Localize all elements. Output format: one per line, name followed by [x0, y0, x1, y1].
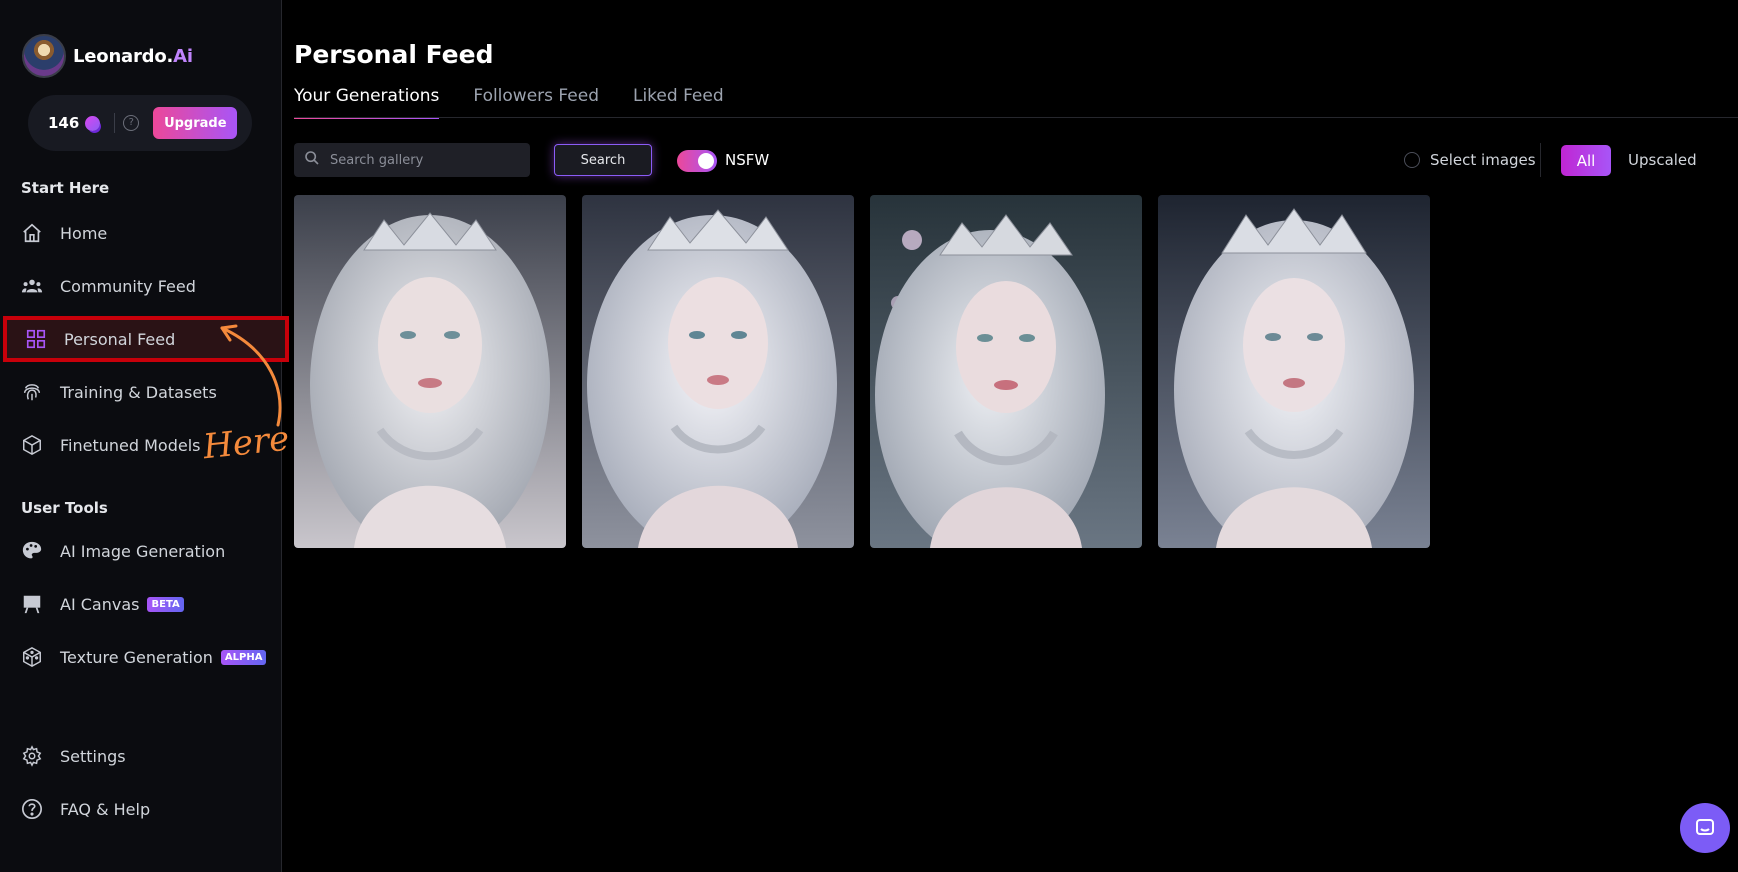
home-icon [20, 221, 44, 245]
page-title: Personal Feed [294, 40, 494, 69]
sidebar-item-label: FAQ & Help [60, 799, 151, 819]
tab-liked-feed[interactable]: Liked Feed [633, 86, 724, 118]
gallery-image[interactable] [294, 195, 566, 548]
portrait-image [582, 195, 854, 548]
filter-all-button[interactable]: All [1561, 145, 1611, 176]
coins-icon [85, 115, 101, 131]
sidebar-item-ai-image-generation[interactable]: AI Image Generation [20, 531, 270, 571]
sidebar-item-label: Texture Generation [60, 647, 213, 667]
select-images-radio[interactable] [1404, 152, 1420, 168]
easel-icon [20, 592, 44, 616]
toggle-knob [698, 153, 714, 169]
nsfw-toggle[interactable] [677, 150, 717, 172]
fingerprint-icon [20, 380, 44, 404]
gear-icon [20, 744, 44, 768]
users-icon [20, 274, 44, 298]
question-icon [20, 797, 44, 821]
sidebar-item-settings[interactable]: Settings [20, 736, 270, 776]
sidebar-item-community-feed[interactable]: Community Feed [20, 266, 270, 306]
gallery-image[interactable] [870, 195, 1142, 548]
credits-count: 146 [48, 114, 80, 132]
gallery-image[interactable] [582, 195, 854, 548]
tabs-divider [294, 117, 1738, 118]
palette-icon [20, 539, 44, 563]
beta-badge: BETA [147, 596, 184, 612]
sidebar-item-label: AI Canvas [60, 594, 140, 614]
nsfw-label: NSFW [725, 151, 770, 169]
chat-icon [1696, 819, 1714, 835]
logo-avatar [22, 34, 66, 78]
search-icon [304, 150, 320, 170]
gallery [294, 195, 1430, 548]
dice-icon [20, 645, 44, 669]
search-box [294, 143, 530, 177]
upgrade-button[interactable]: Upgrade [153, 107, 238, 139]
portrait-image [1158, 195, 1430, 548]
grid-icon [24, 327, 48, 351]
section-title-start: Start Here [21, 179, 110, 197]
help-circle-icon[interactable]: ? [123, 115, 140, 131]
chat-support-button[interactable] [1680, 803, 1730, 853]
credits-panel: 146 ? Upgrade [28, 95, 252, 151]
search-button[interactable]: Search [554, 144, 652, 176]
sidebar-item-label: AI Image Generation [60, 541, 226, 561]
search-input[interactable] [330, 152, 520, 168]
sidebar-item-label: Community Feed [60, 276, 196, 296]
gallery-image[interactable] [1158, 195, 1430, 548]
divider [114, 113, 116, 133]
select-images[interactable]: Select images [1404, 151, 1536, 169]
sidebar-item-label: Settings [60, 746, 126, 766]
tab-followers-feed[interactable]: Followers Feed [473, 86, 599, 118]
filter-divider [1540, 143, 1541, 177]
select-images-label: Select images [1430, 151, 1536, 169]
alpha-badge: ALPHA [220, 649, 267, 665]
section-title-tools: User Tools [21, 499, 108, 517]
filter-upscaled-button[interactable]: Upscaled [1628, 151, 1697, 169]
tab-your-generations[interactable]: Your Generations [294, 86, 440, 119]
logo[interactable]: Leonardo.Ai [22, 34, 193, 78]
sidebar-item-faq-help[interactable]: FAQ & Help [20, 789, 270, 829]
sidebar-item-home[interactable]: Home [20, 213, 270, 253]
annotation-arrow [220, 324, 282, 427]
sidebar-item-label: Training & Datasets [60, 382, 217, 402]
sidebar-item-texture-generation[interactable]: Texture Generation ALPHA [20, 637, 270, 677]
portrait-image [294, 195, 566, 548]
sidebar-item-label: Home [60, 223, 108, 243]
main-content: Personal Feed Your Generations Followers… [283, 0, 1738, 872]
sidebar-item-ai-canvas[interactable]: AI Canvas BETA [20, 584, 270, 624]
feed-tabs: Your Generations Followers Feed Liked Fe… [294, 86, 758, 119]
app-name: Leonardo.Ai [73, 45, 193, 67]
portrait-image [870, 195, 1142, 548]
cube-icon [20, 433, 44, 457]
sidebar-item-label: Personal Feed [64, 329, 176, 349]
sidebar-item-label: Finetuned Models [60, 435, 201, 455]
